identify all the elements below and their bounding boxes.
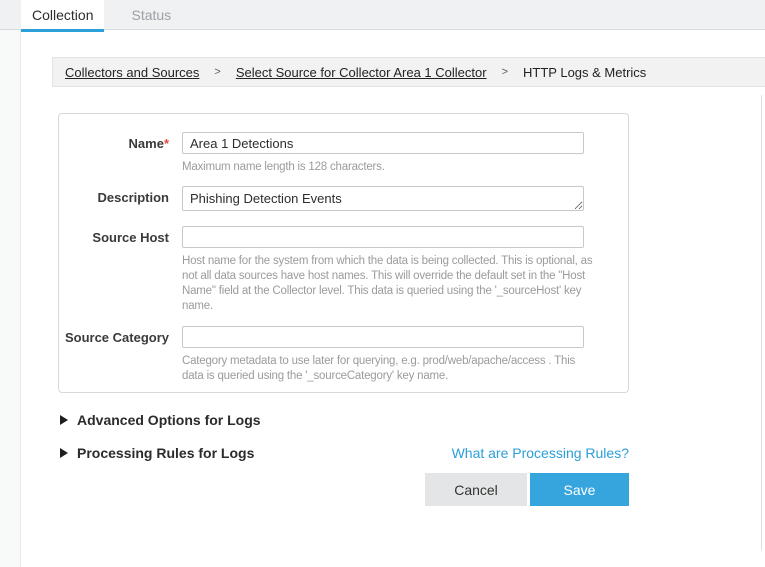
top-tab-bar: Collection Status — [0, 0, 765, 30]
form-actions: Cancel Save — [58, 473, 629, 506]
source-host-field-row: Source Host Host name for the system fro… — [59, 226, 628, 314]
processing-rules-label: Processing Rules for Logs — [77, 445, 254, 461]
breadcrumb-link-collectors[interactable]: Collectors and Sources — [65, 65, 199, 80]
tab-status-label: Status — [131, 7, 171, 23]
scrollbar-track[interactable] — [761, 95, 762, 550]
name-input[interactable] — [182, 132, 584, 154]
source-category-input[interactable] — [182, 326, 584, 348]
source-category-helper-text: Category metadata to use later for query… — [182, 354, 594, 384]
processing-rules-section: Processing Rules for Logs What are Proce… — [58, 443, 629, 463]
source-config-page: Collection Status Collectors and Sources… — [0, 0, 765, 567]
cancel-button[interactable]: Cancel — [425, 473, 527, 506]
tab-status[interactable]: Status — [118, 0, 184, 29]
processing-rules-toggle[interactable]: Processing Rules for Logs — [58, 445, 254, 461]
source-category-field-row: Source Category Category metadata to use… — [59, 326, 628, 384]
name-helper-text: Maximum name length is 128 characters. — [182, 160, 594, 175]
name-label: Name* — [59, 132, 169, 151]
tab-collection-label: Collection — [32, 7, 93, 23]
breadcrumb-separator-icon: > — [214, 66, 220, 78]
tab-collection[interactable]: Collection — [21, 0, 104, 30]
form-column: Name* Maximum name length is 128 charact… — [58, 113, 629, 506]
content-panel: Collectors and Sources > Select Source f… — [21, 30, 765, 567]
breadcrumb: Collectors and Sources > Select Source f… — [52, 57, 765, 87]
source-host-helper-text: Host name for the system from which the … — [182, 254, 594, 314]
source-category-label: Source Category — [59, 326, 169, 345]
save-button[interactable]: Save — [530, 473, 629, 506]
advanced-options-label: Advanced Options for Logs — [77, 412, 261, 428]
breadcrumb-separator-icon: > — [502, 66, 508, 78]
description-field-row: Description Phishing Detection Events — [59, 186, 628, 216]
source-form-card: Name* Maximum name length is 128 charact… — [58, 113, 629, 393]
breadcrumb-current-page: HTTP Logs & Metrics — [523, 65, 646, 80]
collapsed-triangle-icon — [60, 415, 68, 425]
active-tab-underline — [21, 29, 104, 32]
description-label: Description — [59, 186, 169, 205]
advanced-options-toggle[interactable]: Advanced Options for Logs — [58, 412, 261, 428]
description-textarea[interactable]: Phishing Detection Events — [182, 186, 584, 211]
collapsed-triangle-icon — [60, 448, 68, 458]
name-field-row: Name* Maximum name length is 128 charact… — [59, 132, 628, 175]
source-host-label: Source Host — [59, 226, 169, 245]
breadcrumb-link-select-source[interactable]: Select Source for Collector Area 1 Colle… — [236, 65, 487, 80]
left-gutter — [0, 30, 21, 567]
advanced-options-section: Advanced Options for Logs — [58, 410, 629, 430]
what-are-processing-rules-link[interactable]: What are Processing Rules? — [452, 445, 629, 461]
required-asterisk: * — [164, 136, 169, 151]
page-body: Collectors and Sources > Select Source f… — [0, 30, 765, 567]
source-host-input[interactable] — [182, 226, 584, 248]
